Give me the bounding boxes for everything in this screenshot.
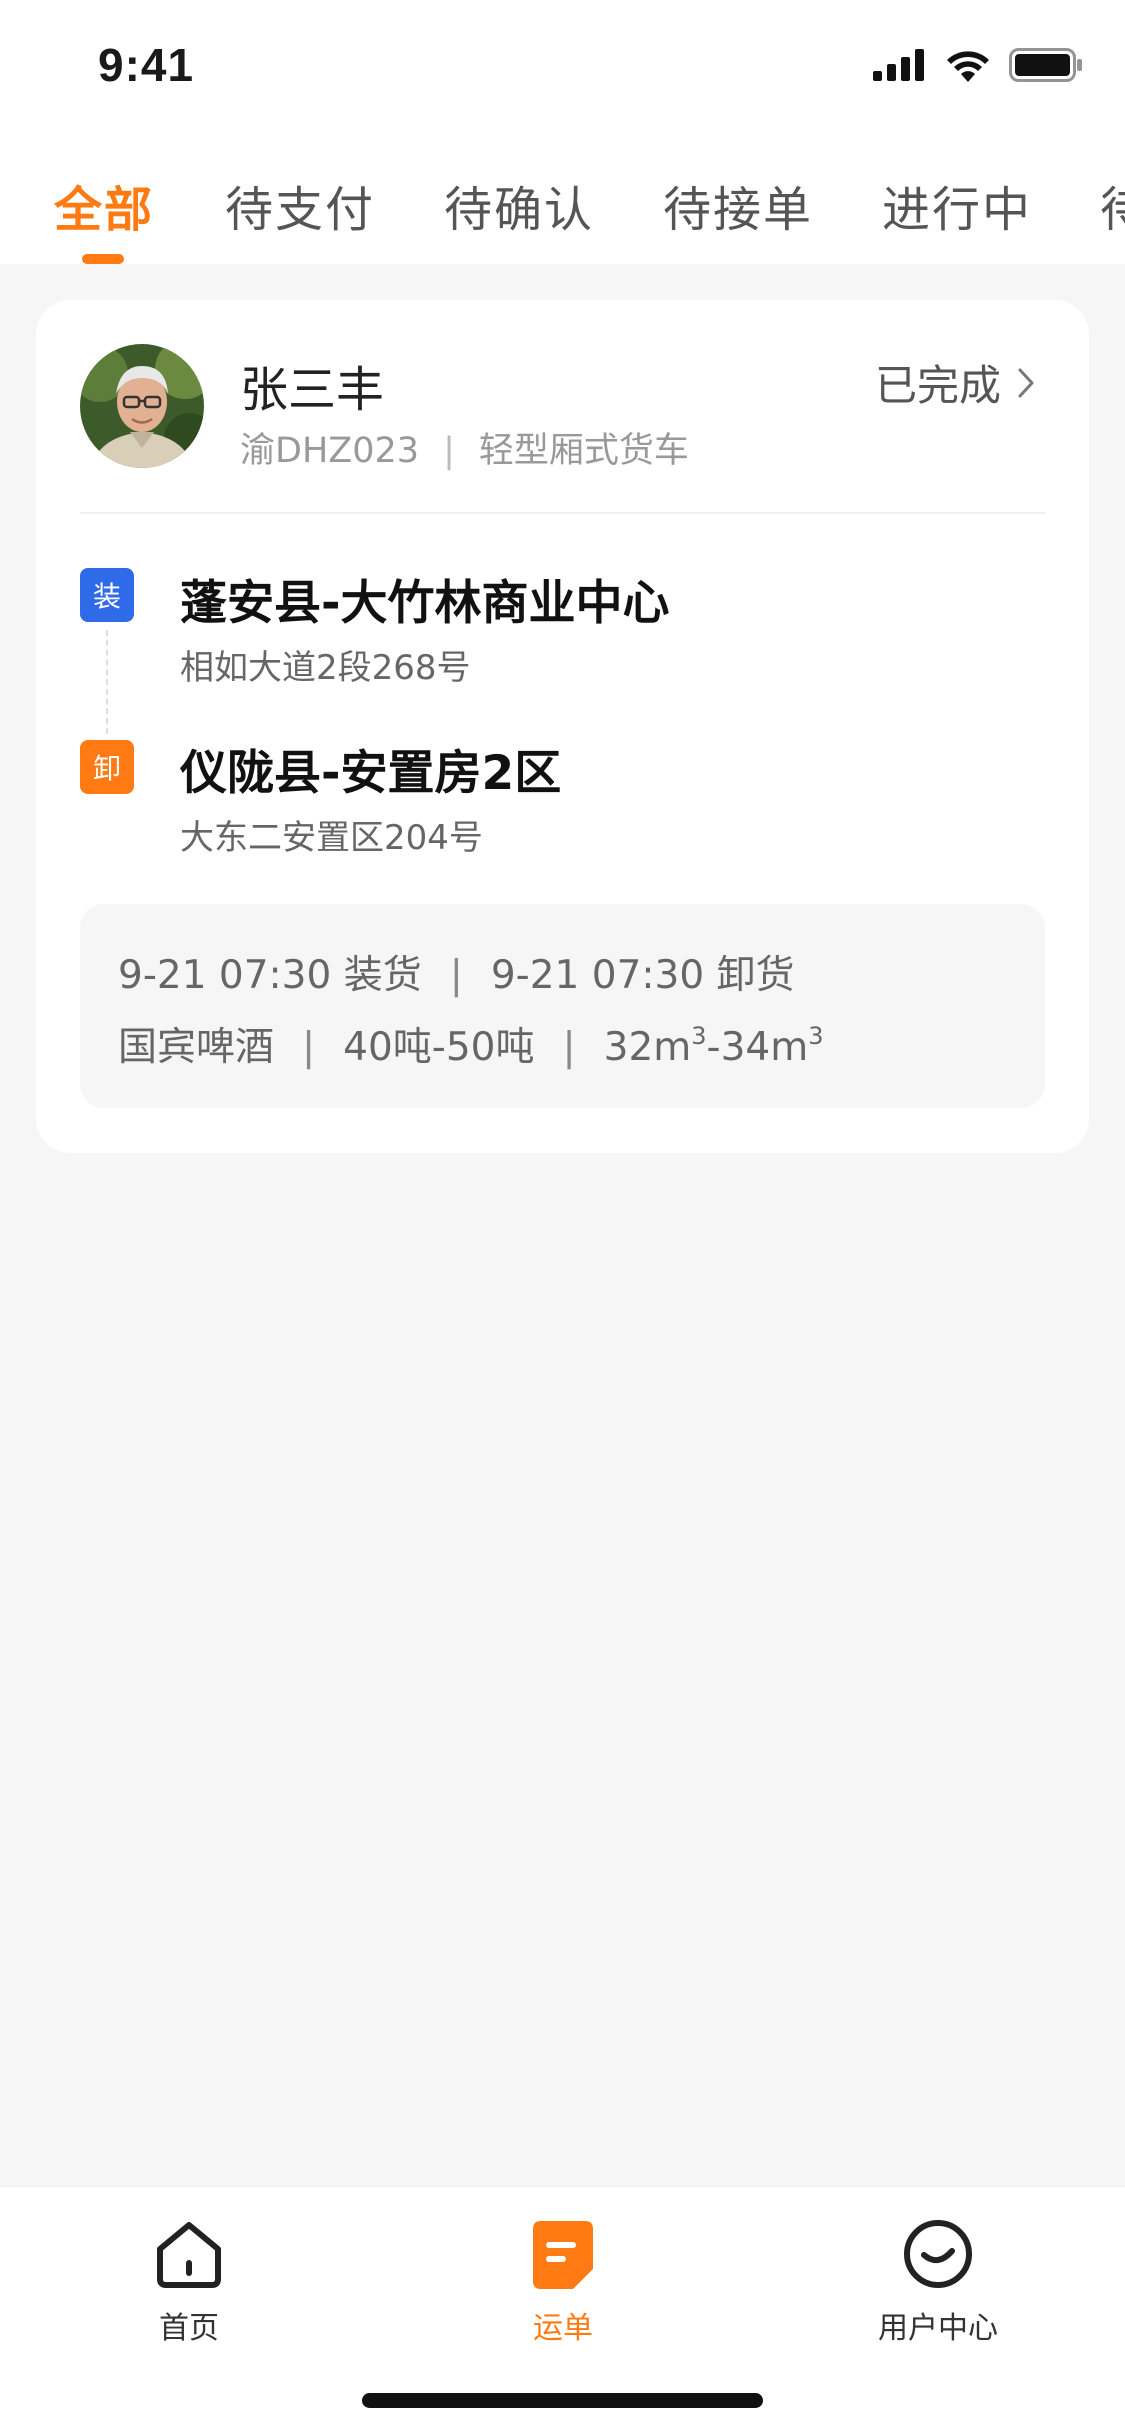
vehicle-info: 渝DHZ023 | 轻型厢式货车 xyxy=(240,422,689,473)
order-details-box: 9-21 07:30 装货 | 9-21 07:30 卸货 国宾啤酒 | 40吨-50吨… xyxy=(80,904,1045,1108)
status-icons xyxy=(873,48,1083,82)
tab-in-progress[interactable]: 进行中 xyxy=(882,170,1032,240)
order-status: 已完成 xyxy=(874,361,1001,410)
unload-location: 仪陇县-安置房2区 xyxy=(180,746,562,801)
unload-badge: 卸 xyxy=(80,740,134,794)
vehicle-type: 轻型厢式货车 xyxy=(478,431,689,471)
nav-waybill[interactable]: 运单 xyxy=(453,2209,673,2347)
license-plate: 渝DHZ023 xyxy=(240,431,420,471)
volume-cube-sup: 3 xyxy=(691,1022,707,1050)
user-center-icon xyxy=(904,2220,972,2288)
home-icon xyxy=(157,2222,221,2288)
load-location: 蓬安县-大竹林商业中心 xyxy=(180,576,670,631)
unload-time: 9-21 07:30 卸货 xyxy=(490,953,795,998)
divider-bar: | xyxy=(302,1025,316,1070)
chevron-right-icon xyxy=(1018,368,1034,397)
nav-home[interactable]: 首页 xyxy=(79,2209,299,2347)
status-bar: 9:41 xyxy=(0,0,1125,132)
order-status-link[interactable]: 已完成 xyxy=(875,352,1035,413)
tab-pending-accept[interactable]: 待接单 xyxy=(663,170,813,240)
tab-more[interactable]: 待 xyxy=(1100,170,1125,240)
divider-bar: | xyxy=(562,1025,576,1070)
battery-icon xyxy=(1009,48,1082,82)
volume-from: 32m xyxy=(603,1025,692,1070)
volume-cube-sup: 3 xyxy=(808,1022,824,1050)
schedule-line: 9-21 07:30 装货 | 9-21 07:30 卸货 xyxy=(118,944,795,1000)
home-indicator[interactable] xyxy=(362,2393,763,2408)
wifi-icon xyxy=(947,51,989,82)
nav-user-center-label: 用户中心 xyxy=(878,2311,998,2346)
route-connector xyxy=(106,630,108,734)
driver-avatar xyxy=(80,344,204,468)
divider-bar: | xyxy=(449,953,463,998)
nav-waybill-label: 运单 xyxy=(533,2311,593,2346)
order-card[interactable]: 张三丰 渝DHZ023 | 轻型厢式货车 已完成 装 卸 蓬安县-大竹林商业中心 相… xyxy=(36,300,1089,1153)
goods-name: 国宾啤酒 xyxy=(118,1025,275,1070)
driver-name: 张三丰 xyxy=(240,362,385,418)
tab-pending-confirm[interactable]: 待确认 xyxy=(444,170,594,240)
nav-user-center[interactable]: 用户中心 xyxy=(828,2209,1048,2347)
tab-all[interactable]: 全部 xyxy=(54,170,154,240)
card-divider xyxy=(80,512,1045,514)
load-address: 相如大道2段268号 xyxy=(180,648,471,688)
tab-pending-payment[interactable]: 待支付 xyxy=(225,170,375,240)
cargo-volume: 32m3-34m3 xyxy=(603,1022,824,1070)
order-status-tabs: 全部 待支付 待确认 待接单 进行中 待 xyxy=(0,132,1125,264)
load-badge: 装 xyxy=(80,568,134,622)
divider-bar: | xyxy=(443,431,455,471)
status-time: 9:41 xyxy=(98,39,195,91)
nav-home-label: 首页 xyxy=(159,2311,219,2346)
cargo-line: 国宾啤酒 | 40吨-50吨 | 32m3-34m3 xyxy=(118,1016,824,1072)
cargo-weight: 40吨-50吨 xyxy=(343,1025,535,1070)
active-tab-indicator xyxy=(82,254,124,264)
signal-icon xyxy=(873,49,924,81)
volume-to: -34m xyxy=(706,1025,809,1070)
unload-address: 大东二安置区204号 xyxy=(180,818,483,858)
waybill-icon xyxy=(533,2221,593,2289)
load-time: 9-21 07:30 装货 xyxy=(118,953,422,998)
